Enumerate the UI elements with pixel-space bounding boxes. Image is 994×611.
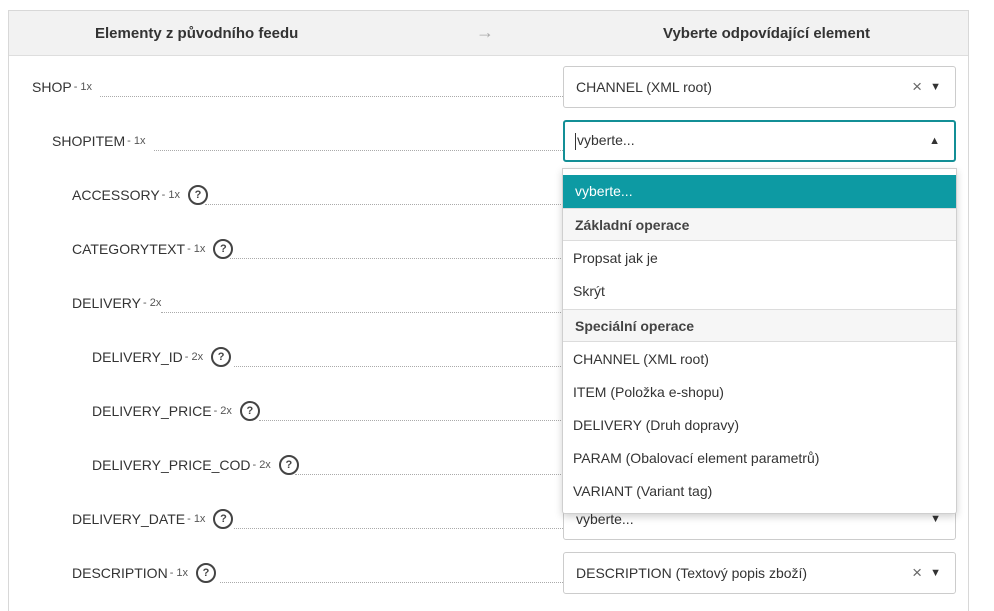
element-name: DELIVERY_DATE (72, 511, 186, 527)
element-label: CATEGORYTEXT - 1x ? (72, 227, 234, 271)
dropdown-option-channel[interactable]: CHANNEL (XML root) (563, 343, 956, 376)
dotted-leader (100, 96, 563, 97)
dotted-leader (230, 258, 563, 259)
dropdown-option-param[interactable]: PARAM (Obalovací element parametrů) (563, 442, 956, 475)
help-icon[interactable]: ? (196, 563, 217, 583)
dotted-leader (234, 528, 563, 529)
element-count: - 1x (73, 81, 93, 93)
arrow-right-icon: → (476, 22, 494, 42)
help-icon[interactable]: ? (213, 509, 234, 529)
mapping-row-shopitem: SHOPITEM - 1x vyberte... ▲ (9, 119, 968, 163)
element-count: - 2x (143, 297, 162, 309)
element-count: - 1x (187, 513, 206, 525)
element-label: ACCESSORY - 1x ? (72, 173, 209, 217)
element-label: DELIVERY - 2x (72, 281, 161, 325)
table-header: Elementy z původního feedu → Vyberte odp… (9, 11, 968, 56)
element-count: - 2x (184, 351, 204, 363)
help-icon[interactable]: ? (188, 185, 209, 205)
select-search-input[interactable]: vyberte... (575, 132, 929, 150)
element-count: - 2x (252, 459, 271, 471)
dropdown-group-special: Speciální operace (563, 309, 956, 342)
help-icon[interactable]: ? (213, 239, 234, 259)
element-count: - 1x (169, 567, 189, 579)
chevron-down-icon[interactable]: ▼ (930, 513, 941, 525)
select-value: DESCRIPTION (Textový popis zboží) (576, 565, 808, 581)
element-name: ACCESSORY (72, 187, 160, 203)
element-label: DELIVERY_DATE - 1x ? (72, 497, 234, 541)
element-name: SHOPITEM (52, 133, 126, 149)
element-name: DELIVERY_PRICE (92, 403, 212, 419)
element-name: CATEGORYTEXT (72, 241, 186, 257)
dropdown-option-copy-as-is[interactable]: Propsat jak je (563, 242, 956, 275)
clear-icon[interactable]: × (912, 77, 922, 97)
source-elements-heading: Elementy z původního feedu (95, 25, 299, 42)
dropdown-option-placeholder[interactable]: vyberte... (563, 175, 956, 208)
dotted-leader (295, 474, 563, 475)
select-placeholder: vyberte... (577, 132, 635, 149)
dotted-leader (234, 366, 563, 367)
target-select-description[interactable]: DESCRIPTION (Textový popis zboží) × ▼ (563, 552, 956, 594)
mapping-row-description: DESCRIPTION - 1x ? DESCRIPTION (Textový … (9, 551, 968, 595)
element-name: DELIVERY_PRICE_COD (92, 457, 251, 473)
element-name: DELIVERY (72, 295, 141, 311)
target-select-shopitem[interactable]: vyberte... ▲ (563, 120, 956, 162)
select-dropdown-menu: vyberte... Základní operace Propsat jak … (562, 168, 957, 514)
help-icon[interactable]: ? (239, 401, 260, 421)
element-label: DELIVERY_PRICE_COD - 2x ? (92, 443, 299, 487)
element-count: - 1x (161, 189, 181, 201)
dotted-leader (259, 420, 563, 421)
chevron-up-icon[interactable]: ▲ (929, 135, 940, 147)
element-label: SHOP - 1x (32, 65, 92, 109)
dropdown-group-basic: Základní operace (563, 208, 956, 241)
select-value: CHANNEL (XML root) (576, 79, 712, 95)
chevron-down-icon[interactable]: ▼ (930, 567, 941, 579)
target-select-shop[interactable]: CHANNEL (XML root) × ▼ (563, 66, 956, 108)
dotted-leader (220, 582, 563, 583)
element-label: SHOPITEM - 1x (52, 119, 145, 163)
element-name: DELIVERY_ID (92, 349, 183, 365)
element-label: DELIVERY_PRICE - 2x ? (92, 389, 260, 433)
dropdown-option-item[interactable]: ITEM (Položka e-shopu) (563, 376, 956, 409)
element-count: - 2x (213, 405, 232, 417)
clear-icon[interactable]: × (912, 563, 922, 583)
chevron-down-icon[interactable]: ▼ (930, 81, 941, 93)
element-label: DELIVERY_ID - 2x ? (92, 335, 232, 379)
dotted-leader (154, 150, 563, 151)
element-name: SHOP (32, 79, 72, 95)
dropdown-option-delivery[interactable]: DELIVERY (Druh dopravy) (563, 409, 956, 442)
dropdown-option-variant[interactable]: VARIANT (Variant tag) (563, 475, 956, 508)
dotted-leader (205, 204, 563, 205)
dotted-leader (161, 312, 563, 313)
help-icon[interactable]: ? (211, 347, 232, 367)
element-name: DESCRIPTION (72, 565, 168, 581)
help-icon[interactable]: ? (278, 455, 299, 475)
target-element-heading: Vyberte odpovídající element (663, 25, 871, 42)
element-count: - 1x (127, 135, 146, 147)
dropdown-option-hide[interactable]: Skrýt (563, 275, 956, 308)
mapping-row-shop: SHOP - 1x CHANNEL (XML root) × ▼ (9, 65, 968, 109)
element-label: DESCRIPTION - 1x ? (72, 551, 217, 595)
text-cursor (575, 132, 576, 150)
element-count: - 1x (187, 243, 206, 255)
